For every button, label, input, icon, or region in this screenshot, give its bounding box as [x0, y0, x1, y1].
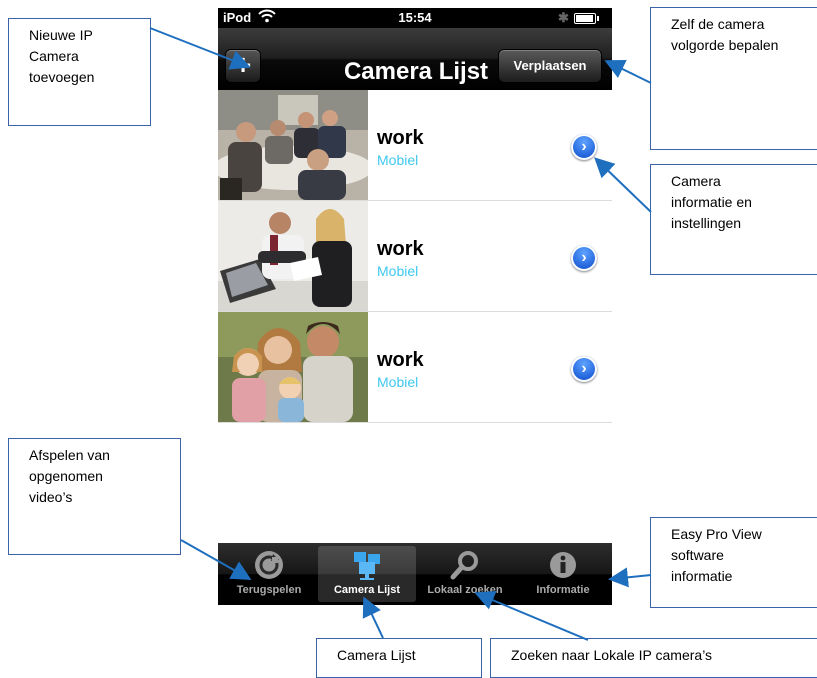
camera-row[interactable]: work Mobiel ›: [218, 201, 612, 312]
status-bar: iPod 15:54 ✱: [218, 8, 612, 28]
callout-line: video’s: [29, 489, 73, 505]
camera-type: Mobiel: [377, 152, 419, 168]
callout-line: Zelf de camera: [671, 16, 765, 32]
camera-type: Mobiel: [377, 263, 419, 279]
tab-label: Lokaal zoeken: [427, 584, 503, 596]
camera-thumbnail: [218, 201, 368, 311]
detail-disclosure-icon[interactable]: ›: [571, 356, 597, 382]
camera-row[interactable]: work Mobiel ›: [218, 90, 612, 201]
tab-camera-list[interactable]: Camera Lijst: [318, 546, 416, 602]
search-icon: [416, 548, 514, 582]
navigation-bar: + Camera Lijst Verplaatsen: [218, 28, 612, 90]
callout-line: informatie en: [671, 194, 752, 210]
tab-local-search[interactable]: Lokaal zoeken: [416, 546, 514, 602]
tab-label: Terugspelen: [236, 584, 302, 596]
camera-name: work: [377, 238, 424, 260]
callout-line: Zoeken naar Lokale IP camera’s: [511, 647, 713, 663]
camera-thumbnail: [218, 90, 368, 200]
callout-line: Camera Lijst: [337, 647, 416, 663]
phone-screen: iPod 15:54 ✱ + Camera Lijst Verplaatsen: [218, 8, 612, 605]
callout-new-camera: Nieuwe IP Camera toevoegen: [8, 18, 151, 126]
bluetooth-icon: ✱: [558, 10, 569, 25]
callout-line: opgenomen: [29, 468, 103, 484]
callout-line: Camera: [671, 173, 721, 189]
callout-line: Camera: [29, 48, 79, 64]
arrow: [608, 567, 652, 588]
tab-label: Camera Lijst: [333, 584, 401, 596]
callout-about: Easy Pro View software informatie: [650, 517, 817, 608]
callout-line: Easy Pro View: [671, 526, 762, 542]
camera-name: work: [377, 127, 424, 149]
callout-order: Zelf de camera volgorde bepalen: [650, 7, 817, 150]
tab-label: Informatie: [536, 584, 590, 596]
add-camera-button[interactable]: +: [225, 49, 261, 83]
callout-camera-info: Camera informatie en instellingen: [650, 164, 817, 275]
camera-list-icon: [318, 548, 416, 582]
replay-icon: [220, 548, 318, 582]
reorder-button[interactable]: Verplaatsen: [498, 49, 602, 83]
info-icon: [514, 548, 612, 582]
tab-bar: Terugspelen Camera Lijst Lokaal zoeken I…: [218, 543, 612, 605]
callout-line: toevoegen: [29, 69, 95, 85]
callout-playback: Afspelen van opgenomen video’s: [8, 438, 181, 555]
callout-line: volgorde bepalen: [671, 37, 779, 53]
page-title: Camera Lijst: [343, 58, 489, 85]
callout-line: Afspelen van: [29, 447, 110, 463]
callout-line: instellingen: [671, 215, 742, 231]
camera-name: work: [377, 349, 424, 371]
camera-thumbnail: [218, 312, 368, 422]
callout-line: software: [671, 547, 724, 563]
tab-playback[interactable]: Terugspelen: [220, 546, 318, 602]
arrow: [604, 60, 652, 84]
detail-disclosure-icon[interactable]: ›: [571, 134, 597, 160]
arrow: [362, 596, 384, 639]
callout-line: Nieuwe IP: [29, 27, 93, 43]
callout-camera-list: Camera Lijst: [316, 638, 482, 678]
battery-icon: [574, 13, 599, 24]
camera-type: Mobiel: [377, 374, 419, 390]
camera-row[interactable]: work Mobiel ›: [218, 312, 612, 423]
tab-information[interactable]: Informatie: [514, 546, 612, 602]
callout-line: informatie: [671, 568, 733, 584]
callout-local-search: Zoeken naar Lokale IP camera’s: [490, 638, 817, 678]
clock: 15:54: [398, 10, 432, 25]
detail-disclosure-icon[interactable]: ›: [571, 245, 597, 271]
